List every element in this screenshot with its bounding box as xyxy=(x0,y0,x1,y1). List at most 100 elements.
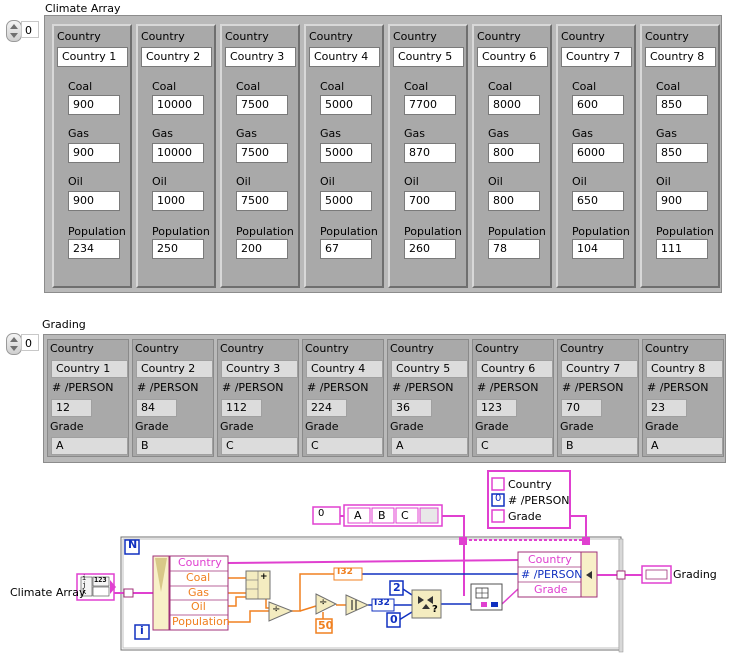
gas-label: Gas xyxy=(320,127,341,140)
i32-convert-a[interactable]: I32 xyxy=(337,567,353,577)
oil-field[interactable]: 5000 xyxy=(320,191,372,211)
country-field[interactable]: Country 6 xyxy=(477,47,548,67)
country-field[interactable]: Country 7 xyxy=(561,47,632,67)
population-field[interactable]: 111 xyxy=(656,239,708,259)
oil-field[interactable]: 7500 xyxy=(236,191,288,211)
gas-field[interactable]: 7500 xyxy=(236,143,288,163)
coal-field[interactable]: 8000 xyxy=(488,95,540,115)
unbundle-coal[interactable]: Coal xyxy=(186,571,210,584)
climate-cell: Country Country 2 Coal 10000 Gas 10000 Oil 1000… xyxy=(136,24,216,288)
constant-0[interactable]: 0 xyxy=(390,613,398,626)
divide-icon[interactable]: ÷ xyxy=(272,604,280,615)
cluster-const-country[interactable]: Country xyxy=(508,478,552,491)
coal-field[interactable]: 5000 xyxy=(320,95,372,115)
coal-field[interactable]: 850 xyxy=(656,95,708,115)
coal-field[interactable]: 7700 xyxy=(404,95,456,115)
divide-icon-2[interactable]: ÷ xyxy=(319,597,327,608)
coal-label: Coal xyxy=(404,80,429,93)
per-person-value: 84 xyxy=(136,399,177,417)
coal-field[interactable]: 600 xyxy=(572,95,624,115)
oil-field[interactable]: 700 xyxy=(404,191,456,211)
gas-field[interactable]: 6000 xyxy=(572,143,624,163)
bundle-grade[interactable]: Grade xyxy=(534,583,568,596)
gas-field[interactable]: 5000 xyxy=(320,143,372,163)
population-label: Population xyxy=(68,225,126,238)
gas-field[interactable]: 870 xyxy=(404,143,456,163)
climate-cell: Country Country 3 Coal 7500 Gas 7500 Oil 7500 Po… xyxy=(220,24,300,288)
gas-field[interactable]: 900 xyxy=(68,143,120,163)
unbundle-population[interactable]: Population xyxy=(172,615,230,628)
increment-decrement-icon[interactable] xyxy=(6,333,22,355)
country-value: Country 8 xyxy=(646,360,723,378)
increment-decrement-icon[interactable] xyxy=(6,20,22,42)
oil-label: Oil xyxy=(488,175,503,188)
unbundle-country[interactable]: Country xyxy=(178,556,222,569)
climate-array-index-value[interactable]: 0 xyxy=(21,21,39,38)
grade-array-item-b[interactable]: B xyxy=(378,509,386,522)
grade-value: C xyxy=(476,437,553,455)
gas-label: Gas xyxy=(572,127,593,140)
country-field[interactable]: Country 3 xyxy=(225,47,296,67)
grade-array-index[interactable]: 0 xyxy=(318,508,324,519)
grade-label: Grade xyxy=(475,420,509,433)
gas-field[interactable]: 10000 xyxy=(152,143,204,163)
grade-value: A xyxy=(51,437,128,455)
population-field[interactable]: 104 xyxy=(572,239,624,259)
grade-value: C xyxy=(306,437,383,455)
constant-50[interactable]: 50 xyxy=(318,619,333,632)
oil-field[interactable]: 1000 xyxy=(152,191,204,211)
cluster-const-per-person[interactable]: # /PERSON xyxy=(508,494,570,507)
per-person-value: 12 xyxy=(51,399,92,417)
loop-count-terminal[interactable]: N xyxy=(128,538,137,551)
climate-array-index-control[interactable]: 0 xyxy=(3,20,39,42)
oil-field[interactable]: 800 xyxy=(488,191,540,211)
grade-array-item-c[interactable]: C xyxy=(401,509,409,522)
oil-field[interactable]: 900 xyxy=(656,191,708,211)
per-person-label: # /PERSON xyxy=(392,381,454,394)
country-value: Country 6 xyxy=(476,360,553,378)
bundle-country[interactable]: Country xyxy=(528,553,572,566)
gas-field[interactable]: 800 xyxy=(488,143,540,163)
array-terminal-icon[interactable]: ijk xyxy=(82,575,86,596)
population-field[interactable]: 67 xyxy=(320,239,372,259)
country-field[interactable]: Country 8 xyxy=(645,47,716,67)
climate-cell: Country Country 7 Coal 600 Gas 6000 Oil 650 Popu… xyxy=(556,24,636,288)
population-field[interactable]: 250 xyxy=(152,239,204,259)
bundle-per-person[interactable]: # /PERSON xyxy=(521,568,583,581)
unbundle-oil[interactable]: Oil xyxy=(191,600,206,613)
grading-array-index-control[interactable]: 0 xyxy=(3,333,39,355)
country-label: Country xyxy=(390,342,434,355)
grading-array-index-value[interactable]: 0 xyxy=(21,334,39,351)
in-range-coerce-icon[interactable]: ? xyxy=(432,604,438,615)
country-field[interactable]: Country 5 xyxy=(393,47,464,67)
cluster-const-grade[interactable]: Grade xyxy=(508,510,542,523)
country-label: Country xyxy=(220,342,264,355)
coal-field[interactable]: 900 xyxy=(68,95,120,115)
loop-iteration-terminal[interactable]: i xyxy=(140,624,144,637)
gas-label: Gas xyxy=(656,127,677,140)
country-field[interactable]: Country 4 xyxy=(309,47,380,67)
population-field[interactable]: 260 xyxy=(404,239,456,259)
grade-array-item-a[interactable]: A xyxy=(354,509,362,522)
grading-terminal-label: Grading xyxy=(673,568,717,581)
coal-field[interactable]: 7500 xyxy=(236,95,288,115)
oil-field[interactable]: 900 xyxy=(68,191,120,211)
gas-field[interactable]: 850 xyxy=(656,143,708,163)
cluster-const-zero[interactable]: 0 xyxy=(495,493,501,504)
coal-label: Coal xyxy=(656,80,681,93)
country-field[interactable]: Country 1 xyxy=(57,47,128,67)
unbundle-gas[interactable]: Gas xyxy=(188,586,209,599)
constant-2[interactable]: 2 xyxy=(393,581,401,594)
population-field[interactable]: 78 xyxy=(488,239,540,259)
coal-field[interactable]: 10000 xyxy=(152,95,204,115)
oil-label: Oil xyxy=(656,175,671,188)
coal-label: Coal xyxy=(236,80,261,93)
grade-value: B xyxy=(136,437,213,455)
population-field[interactable]: 234 xyxy=(68,239,120,259)
oil-field[interactable]: 650 xyxy=(572,191,624,211)
population-label: Population xyxy=(236,225,294,238)
country-field[interactable]: Country 2 xyxy=(141,47,212,67)
add-icon[interactable]: + xyxy=(260,572,268,582)
i32-convert-b[interactable]: I32 xyxy=(374,598,390,608)
population-field[interactable]: 200 xyxy=(236,239,288,259)
